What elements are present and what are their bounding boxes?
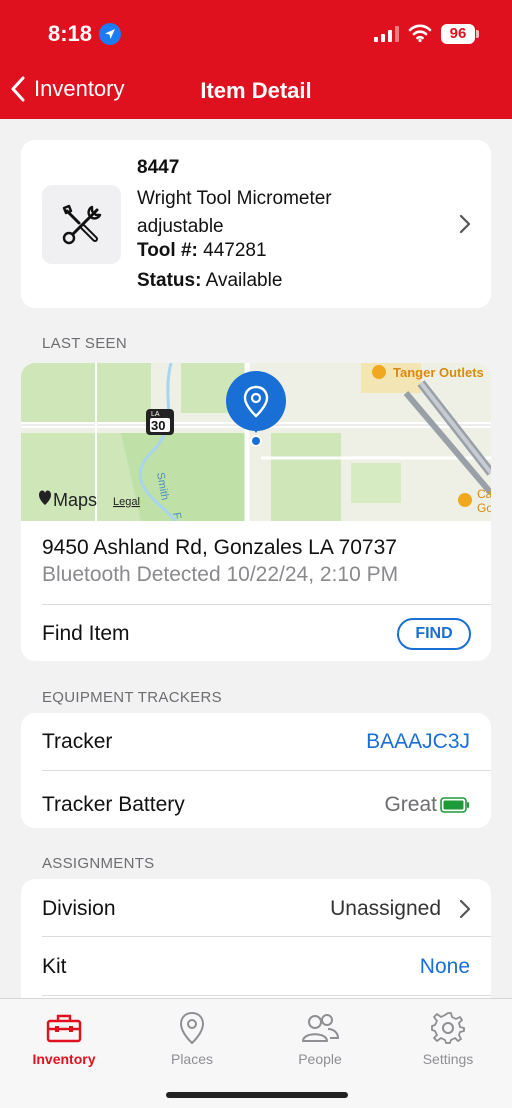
kit-value-link[interactable]: None xyxy=(420,955,470,979)
tab-label: Inventory xyxy=(32,1051,96,1067)
division-label: Division xyxy=(42,897,116,920)
wifi-icon xyxy=(408,24,432,43)
route-shield-label: 30 xyxy=(151,418,165,433)
chevron-right-icon xyxy=(459,214,471,234)
trackers-card: Tracker BAAAJC3J Tracker Battery Great xyxy=(21,713,491,828)
apple-maps-label: Maps xyxy=(53,490,97,510)
divider xyxy=(42,936,491,937)
tracker-battery-label: Tracker Battery xyxy=(42,793,185,816)
last-seen-card: LA 30 Tanger Outlets Ca Go Smith F Maps … xyxy=(21,363,491,661)
chevron-right-icon xyxy=(459,899,471,919)
equipment-trackers-header: EQUIPMENT TRACKERS xyxy=(42,689,222,706)
toolbox-icon xyxy=(46,1014,82,1043)
legal-link: Legal xyxy=(113,496,140,508)
tab-inventory[interactable]: Inventory xyxy=(14,1009,114,1067)
status-time: 8:18 xyxy=(48,21,93,46)
battery-full-icon xyxy=(440,797,469,813)
division-row[interactable]: Division Unassigned xyxy=(21,879,491,936)
battery-indicator: 96 xyxy=(441,24,475,44)
find-button[interactable]: FIND xyxy=(397,618,471,650)
tool-number-value: 447281 xyxy=(203,240,267,261)
item-name: Wright Tool Micrometer adjustable xyxy=(137,188,332,237)
page-title: Item Detail xyxy=(0,78,512,104)
map-pin-icon xyxy=(179,1011,205,1045)
poi-partial-2: Go xyxy=(477,501,491,515)
status-value: Available xyxy=(205,270,283,291)
item-summary-card[interactable]: 8447 Wright Tool Micrometer adjustable T… xyxy=(21,140,491,308)
tab-people[interactable]: People xyxy=(270,1009,370,1067)
assignments-header: ASSIGNMENTS xyxy=(42,855,155,872)
poi-tanger-outlets: Tanger Outlets xyxy=(393,365,484,380)
location-map[interactable]: LA 30 Tanger Outlets Ca Go Smith F Maps … xyxy=(21,363,491,521)
tools-icon xyxy=(62,204,101,244)
item-status: Status: Available xyxy=(137,270,282,292)
tool-number-label: Tool #: xyxy=(137,240,198,261)
find-item-label: Find Item xyxy=(42,622,130,645)
home-indicator[interactable] xyxy=(166,1092,348,1098)
tab-settings[interactable]: Settings xyxy=(398,1009,498,1067)
gear-icon xyxy=(431,1012,465,1044)
battery-nub xyxy=(476,30,479,38)
people-icon xyxy=(302,1014,340,1042)
cellular-signal-icon xyxy=(374,26,399,42)
detection-info: Bluetooth Detected 10/22/24, 2:10 PM xyxy=(42,563,399,586)
tab-places[interactable]: Places xyxy=(142,1009,242,1067)
tracker-id-link[interactable]: BAAAJC3J xyxy=(366,730,470,754)
division-value: Unassigned xyxy=(330,897,441,920)
last-seen-address: 9450 Ashland Rd, Gonzales LA 70737 xyxy=(42,536,397,559)
divider xyxy=(42,995,491,996)
status-label: Status: xyxy=(137,270,202,291)
header-bar: 8:18 96 Inventory Item Detail xyxy=(0,0,512,119)
item-id: 8447 xyxy=(137,157,180,178)
divider xyxy=(42,770,491,771)
route-prefix: LA xyxy=(151,411,160,418)
last-seen-header: LAST SEEN xyxy=(42,335,127,352)
tab-label: Places xyxy=(170,1051,214,1067)
page-title-text: Item Detail xyxy=(200,78,312,103)
tool-number: Tool #: 447281 xyxy=(137,240,267,262)
poi-partial: Ca xyxy=(477,487,491,501)
divider xyxy=(42,604,491,605)
tool-thumbnail xyxy=(42,185,121,264)
tracker-battery-value: Great xyxy=(384,793,437,816)
location-arrow-icon xyxy=(99,23,121,45)
kit-label: Kit xyxy=(42,955,67,978)
tab-label: Settings xyxy=(422,1051,474,1067)
tracker-label: Tracker xyxy=(42,730,113,753)
tab-label: People xyxy=(298,1051,342,1067)
